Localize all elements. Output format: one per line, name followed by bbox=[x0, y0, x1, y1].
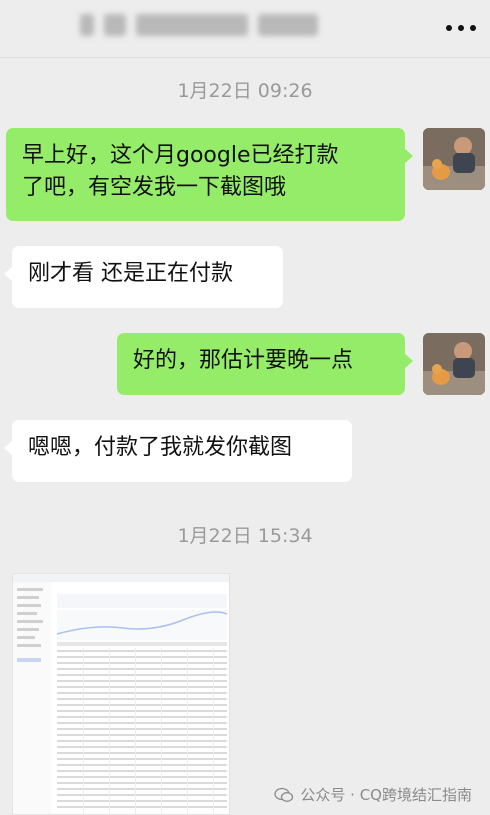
message-bubble-sent[interactable]: 早上好，这个月google已经打款 了吧，有空发我一下截图哦 bbox=[6, 128, 413, 221]
watermark-text: 公众号 · CQ跨境结汇指南 bbox=[300, 786, 472, 804]
chat-header bbox=[0, 0, 490, 58]
message-text: 好的，那估计要晚一点 bbox=[133, 348, 354, 373]
more-dots-icon[interactable] bbox=[446, 18, 476, 38]
timestamp: 1月22日 09:26 bbox=[177, 80, 313, 102]
wechat-icon bbox=[274, 787, 294, 802]
timestamp: 1月22日 15:34 bbox=[177, 525, 313, 547]
message-text-line: 了吧，有空发我一下截图哦 bbox=[22, 175, 287, 200]
message-bubble-sent[interactable]: 好的，那估计要晚一点 bbox=[117, 333, 413, 395]
avatar-me[interactable] bbox=[423, 333, 485, 395]
message-bubble-received[interactable]: 刚才看 还是正在付款 bbox=[4, 246, 283, 308]
message-text: 刚才看 还是正在付款 bbox=[28, 261, 233, 286]
image-message-thumbnail[interactable] bbox=[12, 573, 230, 815]
message-text-line: 早上好，这个月google已经打款 bbox=[22, 143, 339, 168]
message-bubble-received[interactable]: 嗯嗯，付款了我就发你截图 bbox=[4, 420, 352, 482]
watermark: 公众号 · CQ跨境结汇指南 bbox=[274, 784, 472, 805]
message-text: 嗯嗯，付款了我就发你截图 bbox=[28, 435, 293, 460]
chat-title-blurred bbox=[80, 14, 318, 42]
avatar-me[interactable] bbox=[423, 128, 485, 190]
